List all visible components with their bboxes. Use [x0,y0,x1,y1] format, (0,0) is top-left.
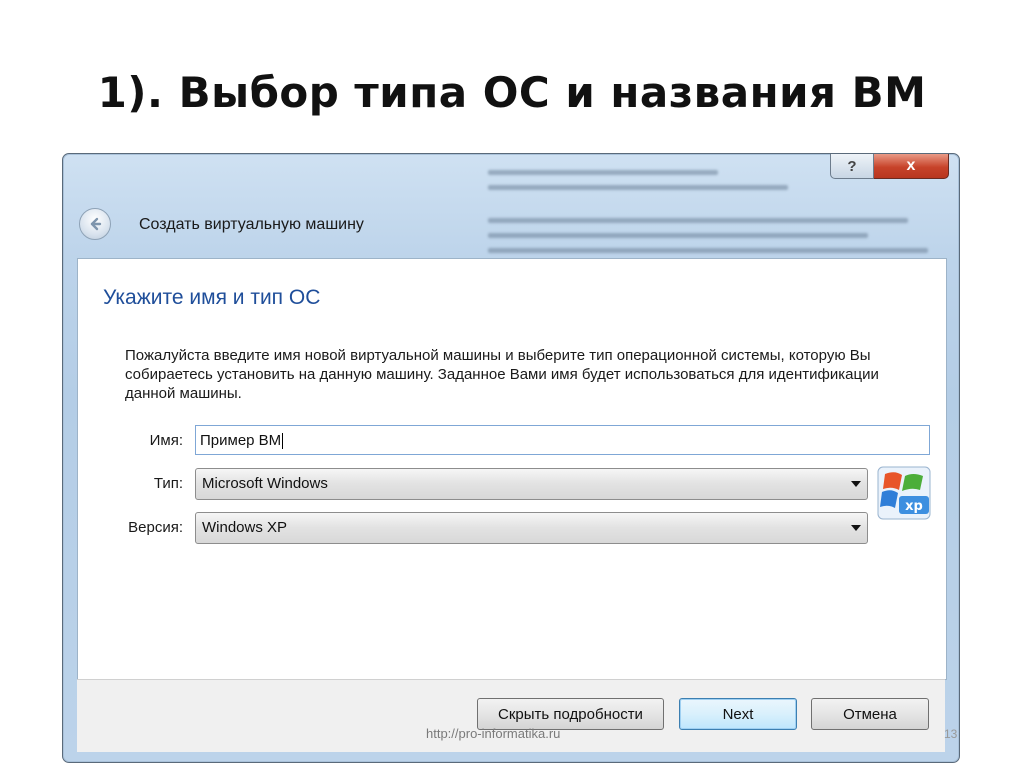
vm-name-input[interactable]: Пример ВМ [195,425,930,455]
version-label: Версия: [128,519,183,536]
help-button[interactable]: ? [830,154,874,179]
slide-title: 1). Выбор типа ОС и названия ВМ [97,68,927,117]
back-arrow-icon [90,217,102,231]
close-button[interactable]: x [874,154,949,179]
cancel-button[interactable]: Отмена [811,698,929,730]
vm-name-value: Пример ВМ [200,432,282,449]
page-description: Пожалуйста введите имя новой виртуальной… [125,347,879,402]
chevron-down-icon [851,525,861,531]
close-icon: x [906,157,916,174]
back-button[interactable] [79,208,111,240]
page-heading: Укажите имя и тип ОС [103,286,321,309]
create-vm-dialog: ? x Создать виртуальную машину Укажите и… [62,153,960,763]
os-version-select[interactable]: Windows XP [195,512,868,544]
os-type-value: Microsoft Windows [202,475,328,492]
xp-label: xp [905,499,923,514]
next-button[interactable]: Next [679,698,797,730]
chevron-down-icon [851,481,861,487]
name-label: Имя: [149,432,183,449]
text-caret [282,433,284,450]
slide-number: 13 [944,727,958,741]
type-label: Тип: [153,475,183,492]
footer-url: http://pro-informatika.ru [426,726,561,741]
windows-xp-icon: xp [877,466,931,520]
help-icon: ? [847,157,857,175]
wizard-caption: Создать виртуальную машину [139,216,364,233]
os-version-value: Windows XP [202,519,288,536]
titlebar-buttons: ? x [830,154,949,179]
os-type-select[interactable]: Microsoft Windows [195,468,868,500]
